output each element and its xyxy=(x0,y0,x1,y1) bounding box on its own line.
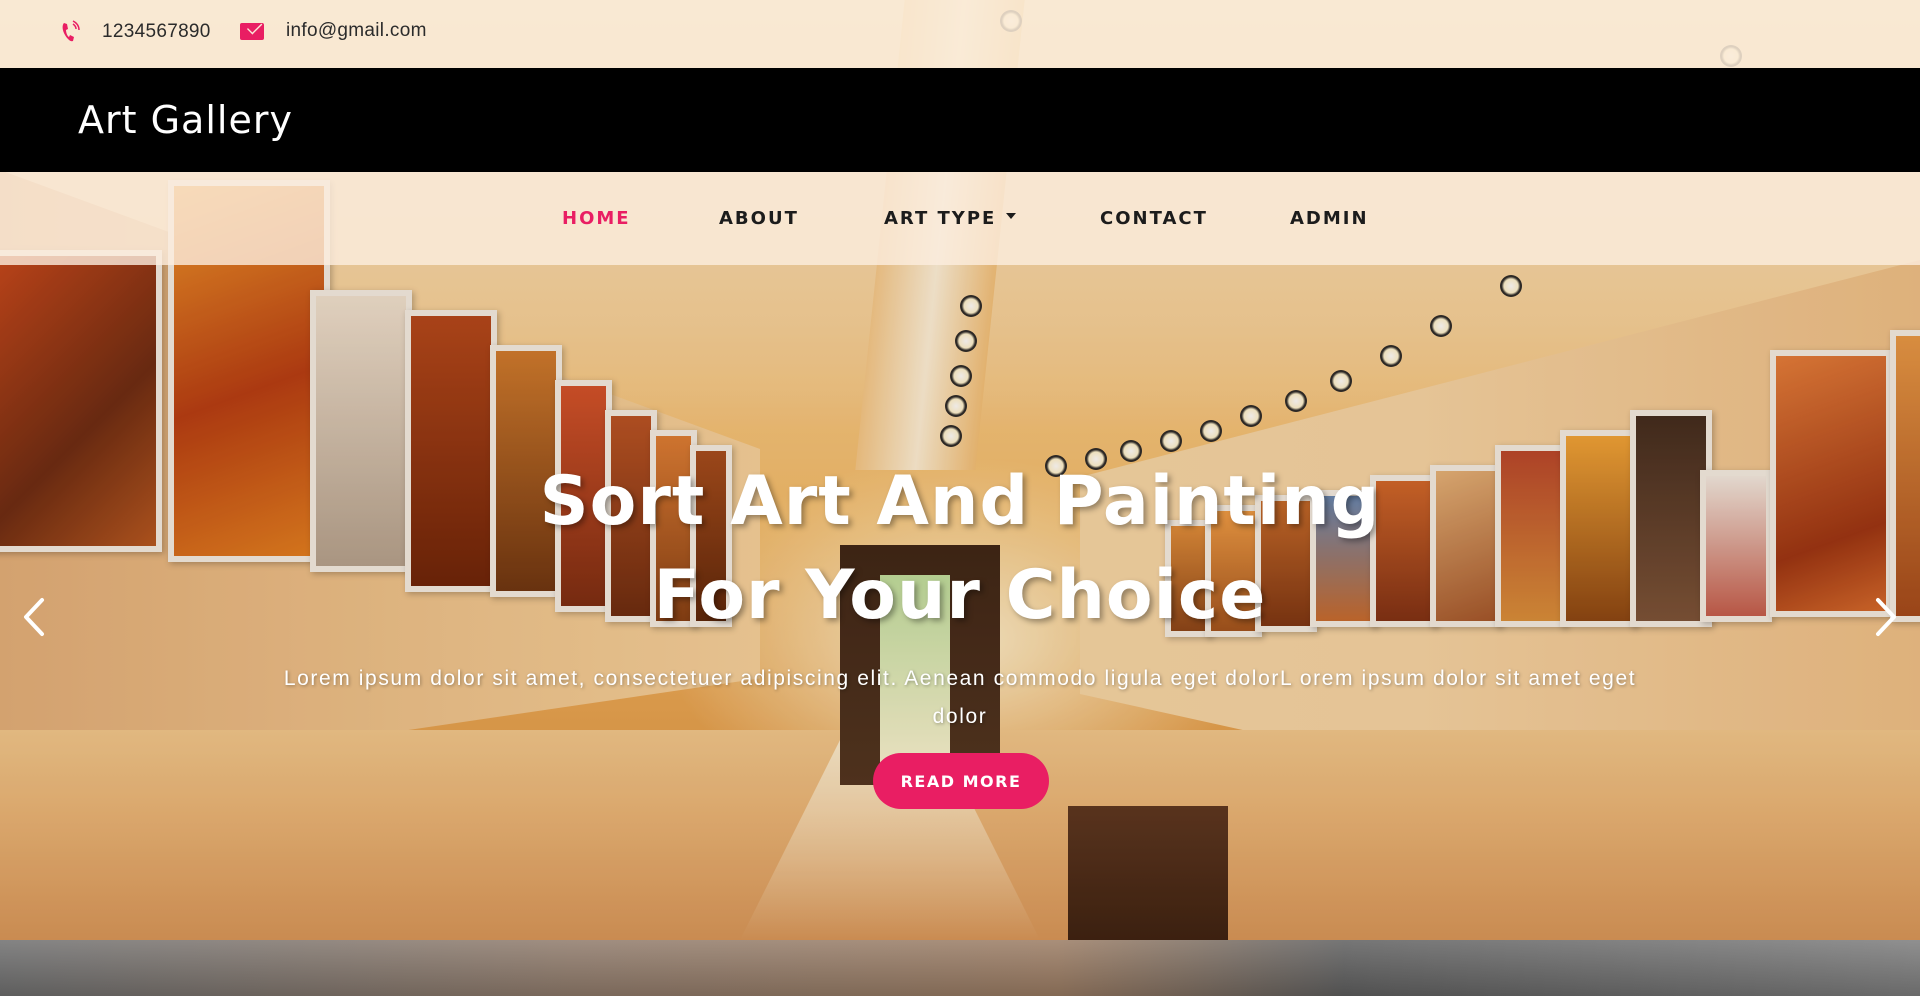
nav-item-about[interactable]: ABOUT xyxy=(719,208,799,229)
email-contact[interactable]: info@gmail.com xyxy=(240,20,427,42)
email-address: info@gmail.com xyxy=(286,20,427,41)
next-section-preview xyxy=(0,940,1920,996)
nav-item-admin[interactable]: ADMIN xyxy=(1290,208,1369,229)
carousel-next-button[interactable] xyxy=(1868,592,1902,642)
caret-down-icon xyxy=(1006,213,1017,219)
chevron-right-icon xyxy=(1876,598,1896,636)
nav-item-art-type[interactable]: ART TYPE xyxy=(884,208,1017,229)
nav-item-art-type-label: ART TYPE xyxy=(884,208,997,229)
phone-icon xyxy=(60,20,80,44)
hero-title: Sort Art And Painting For Your Choice xyxy=(460,455,1460,643)
read-more-button[interactable]: READ MORE xyxy=(873,753,1049,809)
hero-title-line-1: Sort Art And Painting xyxy=(539,462,1381,541)
phone-contact[interactable]: 1234567890 xyxy=(60,20,211,44)
carousel-prev-button[interactable] xyxy=(18,592,52,642)
envelope-icon xyxy=(240,22,264,40)
page: 1234567890 info@gmail.com Art Gallery HO… xyxy=(0,0,1920,996)
hero-title-line-2: For Your Choice xyxy=(653,556,1267,635)
site-logo[interactable]: Art Gallery xyxy=(78,98,293,142)
phone-number: 1234567890 xyxy=(102,21,211,42)
contact-bar: 1234567890 info@gmail.com xyxy=(0,0,1920,68)
main-navigation: HOME ABOUT ART TYPE CONTACT ADMIN xyxy=(0,172,1920,265)
nav-item-home[interactable]: HOME xyxy=(562,208,631,229)
nav-item-contact[interactable]: CONTACT xyxy=(1100,208,1208,229)
chevron-left-icon xyxy=(24,598,44,636)
hero-description: Lorem ipsum dolor sit amet, consectetuer… xyxy=(283,667,1637,728)
brand-bar: Art Gallery xyxy=(0,68,1920,172)
